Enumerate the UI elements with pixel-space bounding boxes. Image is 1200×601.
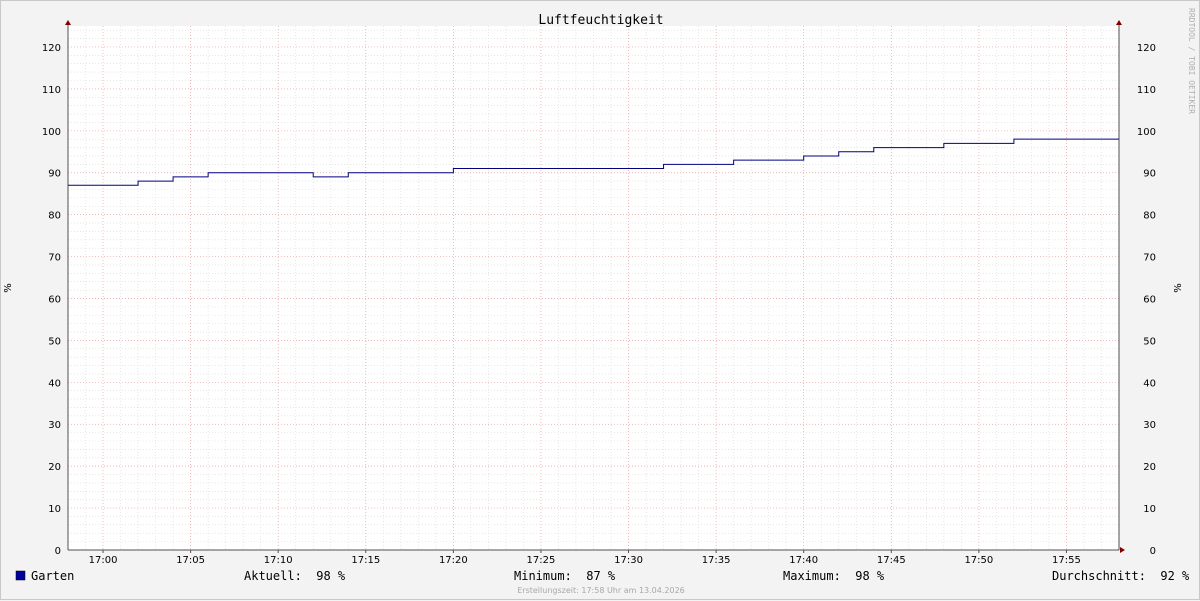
chart-title: Luftfeuchtigkeit [538,13,663,28]
y-tick-label-left: 70 [48,253,61,264]
y-tick-label-left: 100 [42,127,61,138]
y-tick-label-right: 30 [1143,420,1156,431]
y-tick-label-right: 10 [1143,504,1156,515]
y-tick-label-right: 50 [1143,336,1156,347]
x-tick-label: 17:45 [877,555,906,566]
footer-timestamp: Erstellungszeit: 17:58 Uhr am 13.04.2026 [517,586,685,595]
x-tick-label: 17:25 [527,555,556,566]
y-tick-label-right: 80 [1143,211,1156,222]
y-tick-label-left: 30 [48,420,61,431]
x-tick-label: 17:00 [89,555,118,566]
x-tick-label: 17:30 [614,555,643,566]
legend-swatch-garten [15,570,26,581]
x-tick-label: 17:50 [964,555,993,566]
y-axis-label-right: % [1173,283,1184,293]
watermark: RRDTOOL / TOBI OETIKER [1187,8,1196,114]
legend-durchschnitt: Durchschnitt: 92 % [1052,569,1190,583]
y-tick-label-left: 10 [48,504,61,515]
y-tick-label-left: 0 [55,546,61,557]
x-tick-label: 17:20 [439,555,468,566]
y-tick-label-right: 20 [1143,462,1156,473]
y-tick-label-right: 90 [1143,169,1156,180]
x-tick-label: 17:35 [702,555,731,566]
y-axis-arrow-left [65,20,71,25]
x-tick-label: 17:40 [789,555,818,566]
y-tick-label-left: 60 [48,294,61,305]
x-tick-label: 17:15 [351,555,380,566]
y-tick-label-right: 110 [1137,85,1156,96]
y-tick-label-right: 0 [1150,546,1156,557]
y-tick-label-left: 120 [42,43,61,54]
y-axis-arrow-right [1116,20,1122,25]
y-axis-label-left: % [3,283,14,293]
y-tick-label-left: 20 [48,462,61,473]
legend-aktuell: Aktuell: 98 % [244,569,346,583]
y-tick-label-right: 70 [1143,253,1156,264]
y-tick-label-left: 90 [48,169,61,180]
y-tick-label-left: 80 [48,211,61,222]
y-tick-label-right: 60 [1143,294,1156,305]
chart-svg: 17:00 17:05 17:10 17:15 17:20 17:25 17:30 17:35… [3,8,1196,595]
x-axis-arrow [1120,547,1125,553]
x-tick-label: 17:10 [264,555,293,566]
y-tick-label-left: 40 [48,378,61,389]
y-tick-label-right: 100 [1137,127,1156,138]
legend-series-label: Garten [31,569,74,583]
y-tick-label-left: 110 [42,85,61,96]
x-tick-label: 17:55 [1052,555,1081,566]
y-tick-label-right: 40 [1143,378,1156,389]
y-tick-label-right: 120 [1137,43,1156,54]
chart-frame: 17:00 17:05 17:10 17:15 17:20 17:25 17:30 17:35… [0,0,1200,600]
x-tick-label: 17:05 [176,555,205,566]
legend-maximum: Maximum: 98 % [783,569,885,583]
legend-minimum: Minimum: 87 % [514,569,616,583]
y-tick-label-left: 50 [48,336,61,347]
